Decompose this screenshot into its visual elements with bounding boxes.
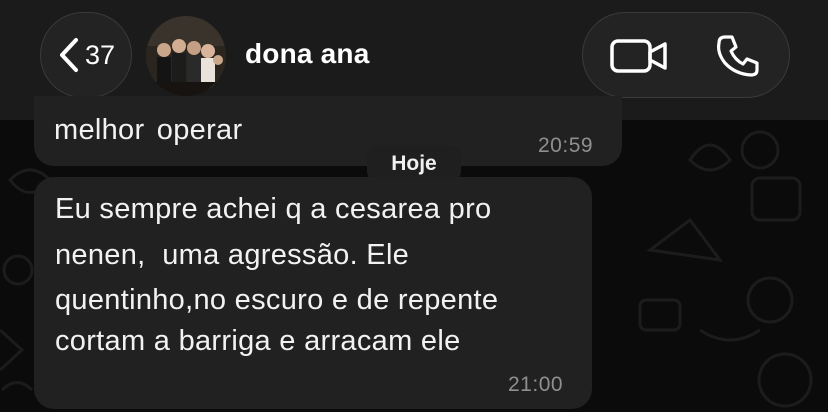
back-button[interactable]: 37 xyxy=(40,12,132,98)
message-line: nenen, uma agressão. Ele xyxy=(55,239,410,271)
message-text: melhor operar xyxy=(54,114,243,146)
back-chevron-icon xyxy=(59,38,78,72)
avatar-photo xyxy=(146,16,226,96)
message-line: Eu sempre achei q a cesarea pro xyxy=(55,193,492,225)
message-timestamp: 21:00 xyxy=(508,373,564,396)
phone-call-icon[interactable] xyxy=(715,33,761,79)
unread-count: 37 xyxy=(84,39,116,70)
contact-avatar[interactable] xyxy=(146,16,226,96)
message-line: cortam a barriga e arracam ele xyxy=(55,325,461,357)
contact-name[interactable]: dona ana xyxy=(245,38,370,70)
message-timestamp: 20:59 xyxy=(538,134,594,157)
message-line: quentinho,no escuro e de repente xyxy=(55,284,499,316)
call-actions xyxy=(582,12,790,98)
video-call-icon[interactable] xyxy=(609,35,669,77)
